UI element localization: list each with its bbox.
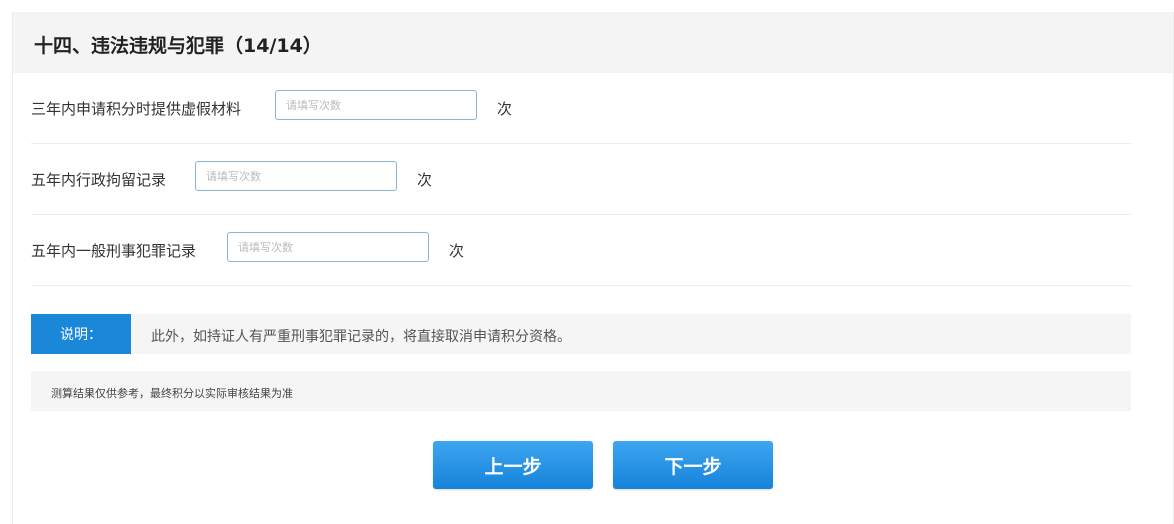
detention-count-input[interactable] [195, 161, 397, 191]
criminal-record-count-input[interactable] [227, 232, 429, 262]
field-unit: 次 [497, 100, 513, 118]
field-unit: 次 [449, 242, 465, 260]
section-title: 十四、违法违规与犯罪（14/14） [34, 35, 322, 57]
explanation-tag: 说明： [31, 314, 131, 354]
form-row-criminal-record: 五年内一般刑事犯罪记录 次 [31, 215, 1131, 286]
field-label: 五年内一般刑事犯罪记录 [31, 242, 197, 260]
field-label: 三年内申请积分时提供虚假材料 [31, 100, 242, 118]
section-header: 十四、违法违规与犯罪（14/14） [13, 12, 1173, 73]
field-unit: 次 [417, 171, 433, 189]
explanation-box: 说明： 此外，如持证人有严重刑事犯罪记录的，将直接取消申请积分资格。 [31, 314, 1131, 354]
explanation-text: 此外，如持证人有严重刑事犯罪记录的，将直接取消申请积分资格。 [151, 329, 571, 345]
next-step-button[interactable]: 下一步 [613, 441, 773, 489]
form-row-administrative-detention: 五年内行政拘留记录 次 [31, 144, 1131, 215]
field-label: 五年内行政拘留记录 [31, 171, 167, 189]
previous-step-button[interactable]: 上一步 [433, 441, 593, 489]
disclaimer-text: 测算结果仅供参考，最终积分以实际审核结果为准 [51, 387, 293, 400]
form-row-false-materials: 三年内申请积分时提供虚假材料 次 [31, 73, 1131, 144]
false-materials-count-input[interactable] [275, 90, 477, 120]
disclaimer-box: 测算结果仅供参考，最终积分以实际审核结果为准 [31, 371, 1131, 411]
